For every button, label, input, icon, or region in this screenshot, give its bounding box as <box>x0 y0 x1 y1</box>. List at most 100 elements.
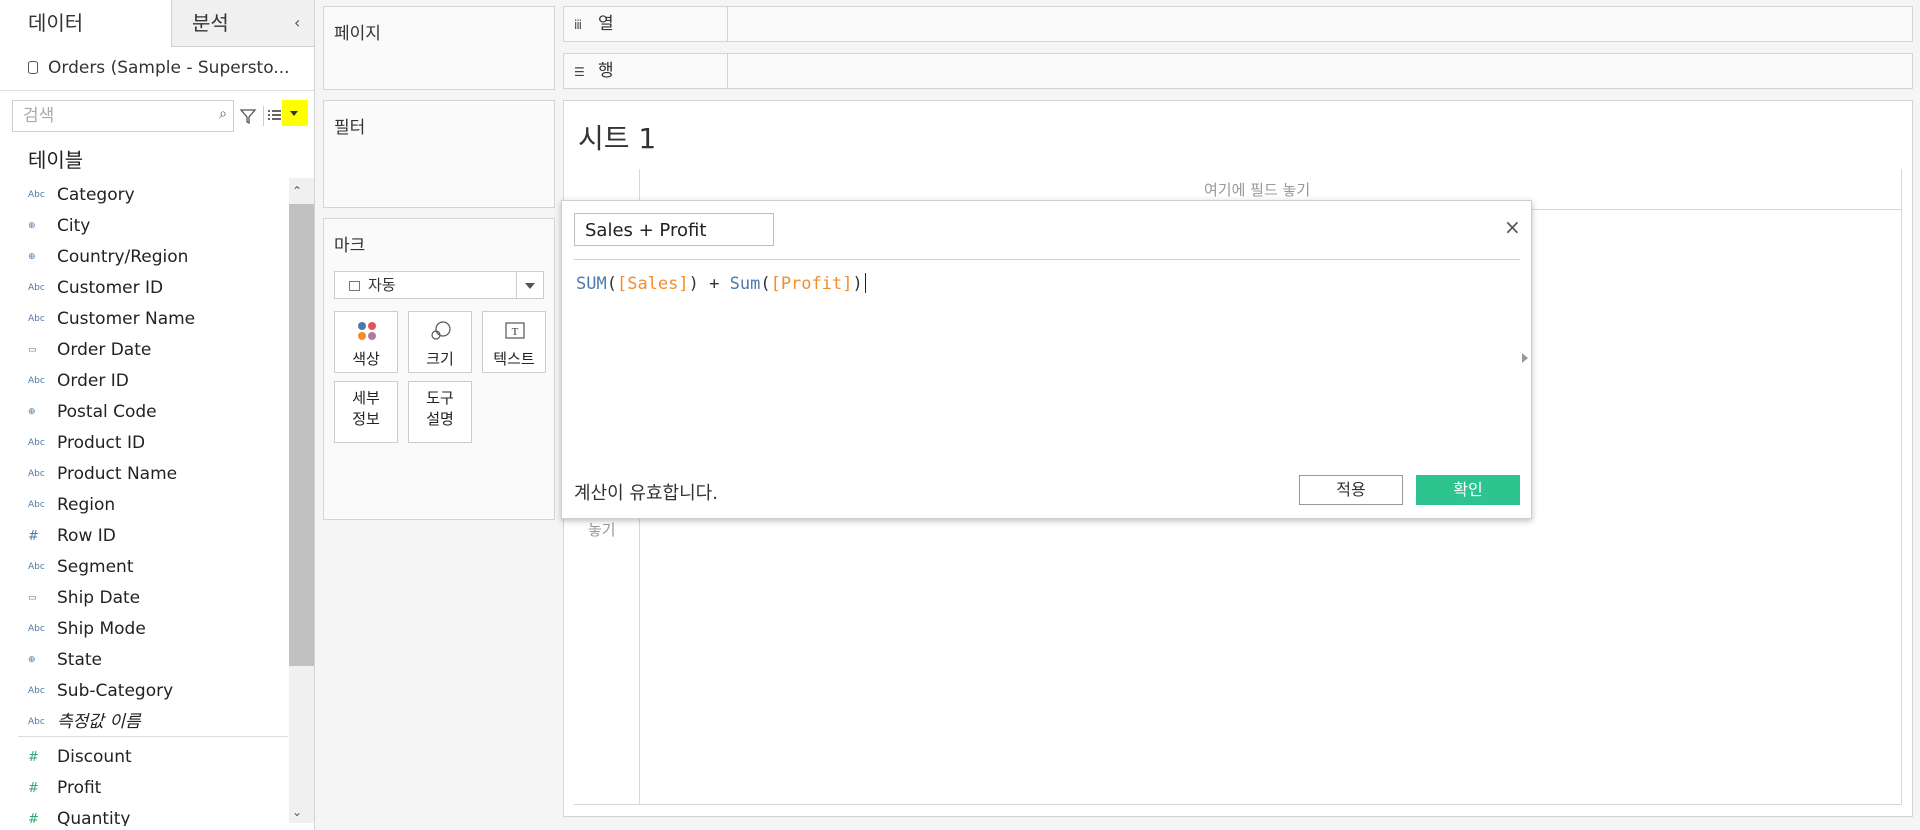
field-item[interactable]: ▭ Ship Date <box>0 583 288 614</box>
search-icon[interactable]: ⌕ <box>219 106 227 122</box>
string-type-icon: Abc <box>28 717 45 727</box>
color-icon <box>358 322 376 340</box>
filters-card[interactable]: 필터 <box>323 100 555 208</box>
number-type-icon: # <box>28 812 39 826</box>
database-icon <box>28 61 38 74</box>
field-item[interactable]: ⊕ State <box>0 645 288 676</box>
apply-button[interactable]: 적용 <box>1299 475 1403 505</box>
field-item[interactable]: Abc Category <box>0 180 288 211</box>
text-icon: T <box>505 322 525 339</box>
ok-button[interactable]: 확인 <box>1416 475 1520 505</box>
columns-shelf-label: iii 열 <box>564 7 728 41</box>
drop-field-here-columns[interactable]: 여기에 필드 놓기 <box>1204 179 1310 200</box>
mark-type-dropdown[interactable]: 자동 <box>334 271 544 299</box>
field-item[interactable]: Abc Ship Mode <box>0 614 288 645</box>
detail-mark-button[interactable]: 세부 정보 <box>334 381 398 443</box>
field-item[interactable]: # Row ID <box>0 521 288 552</box>
grid-line <box>574 804 1902 805</box>
field-item[interactable]: Abc Customer ID <box>0 273 288 304</box>
text-mark-button[interactable]: T 텍스트 <box>482 311 546 373</box>
collapse-pane-icon[interactable]: ‹ <box>294 0 300 46</box>
string-type-icon: Abc <box>28 283 45 293</box>
columns-icon: iii <box>574 18 582 32</box>
field-item[interactable]: # Profit <box>0 773 288 804</box>
tooltip-mark-button[interactable]: 도구 설명 <box>408 381 472 443</box>
expand-panel-icon[interactable] <box>1522 353 1528 363</box>
field-name: Discount <box>57 747 132 767</box>
view-list-icon[interactable] <box>268 108 282 122</box>
geo-type-icon: ⊕ <box>28 655 36 665</box>
view-options-dropdown[interactable] <box>282 100 308 126</box>
field-item[interactable]: Abc Customer Name <box>0 304 288 335</box>
field-item[interactable]: Abc 측정값 이름 <box>0 707 288 738</box>
measures-divider <box>18 736 288 737</box>
size-mark-button[interactable]: 크기 <box>408 311 472 373</box>
color-label: 색상 <box>352 350 380 368</box>
close-icon[interactable]: × <box>1504 215 1521 239</box>
size-icon <box>431 321 451 340</box>
tab-data[interactable]: 데이터 <box>0 0 172 47</box>
field-item[interactable]: ⊕ Postal Code <box>0 397 288 428</box>
formula-operator: + <box>709 274 720 294</box>
formula-function: Sum <box>729 274 761 294</box>
pages-card[interactable]: 페이지 <box>323 6 555 90</box>
dialog-divider <box>574 259 1520 260</box>
calculation-name-input[interactable] <box>583 214 772 246</box>
field-item[interactable]: ⊕ Country/Region <box>0 242 288 273</box>
validation-status: 계산이 유효합니다. <box>574 483 718 504</box>
calculation-name-field[interactable] <box>574 213 774 246</box>
filter-icon[interactable] <box>238 104 258 128</box>
datasource-item[interactable]: Orders (Sample - Supersto... <box>28 52 308 84</box>
drop-field-here-rows[interactable]: 놓기 <box>588 519 616 540</box>
columns-shelf[interactable]: iii 열 <box>563 6 1913 42</box>
pages-card-title: 페이지 <box>334 24 381 44</box>
field-name: Product Name <box>57 464 178 484</box>
rows-shelf-label: ☰ 행 <box>564 54 728 88</box>
field-item[interactable]: ▭ Order Date <box>0 335 288 366</box>
field-item[interactable]: # Quantity <box>0 804 288 826</box>
field-name: Row ID <box>57 526 116 546</box>
data-pane-tab-bar: 데이터 분석 ‹ <box>0 0 314 47</box>
search-box[interactable]: ⌕ <box>12 100 234 132</box>
field-item[interactable]: Abc Segment <box>0 552 288 583</box>
string-type-icon: Abc <box>28 190 45 200</box>
color-mark-button[interactable]: 색상 <box>334 311 398 373</box>
search-input[interactable] <box>21 101 205 131</box>
scroll-up-icon[interactable]: ⌃ <box>292 184 302 198</box>
tooltip-label: 도구 설명 <box>426 389 454 428</box>
geo-type-icon: ⊕ <box>28 221 36 231</box>
rows-shelf[interactable]: ☰ 행 <box>563 53 1913 89</box>
field-name: 측정값 이름 <box>57 712 141 732</box>
field-name: Country/Region <box>57 247 189 267</box>
field-item[interactable]: Abc Product Name <box>0 459 288 490</box>
field-name: Customer Name <box>57 309 196 329</box>
text-cursor <box>864 273 866 293</box>
date-type-icon: ▭ <box>28 345 37 355</box>
scroll-down-icon[interactable]: ⌄ <box>292 805 302 819</box>
field-name: Segment <box>57 557 134 577</box>
field-name: Ship Date <box>57 588 141 608</box>
field-item[interactable]: # Discount <box>0 742 288 773</box>
mark-type-label: 자동 <box>368 276 396 294</box>
field-name: Region <box>57 495 116 515</box>
formula-editor[interactable]: SUM([Sales]) + Sum([Profit]) <box>576 273 866 294</box>
field-item[interactable]: Abc Sub-Category <box>0 676 288 707</box>
toolbar-divider <box>263 106 264 126</box>
scrollbar-thumb[interactable] <box>289 204 314 666</box>
field-item[interactable]: Abc Order ID <box>0 366 288 397</box>
geo-type-icon: ⊕ <box>28 407 36 417</box>
field-item[interactable]: Abc Region <box>0 490 288 521</box>
formula-field: [Profit] <box>770 274 853 294</box>
chevron-down-icon[interactable] <box>516 272 543 298</box>
calculation-editor-dialog: × SUM([Sales]) + Sum([Profit]) 계산이 유효합니다… <box>561 200 1532 519</box>
field-name: Order Date <box>57 340 152 360</box>
field-name: City <box>57 216 91 236</box>
field-item[interactable]: ⊕ City <box>0 211 288 242</box>
field-name: Category <box>57 185 135 205</box>
field-item[interactable]: Abc Product ID <box>0 428 288 459</box>
divider <box>0 90 314 91</box>
tab-analysis[interactable]: 분석 <box>172 0 282 46</box>
field-name: Ship Mode <box>57 619 146 639</box>
sheet-title[interactable]: 시트 1 <box>578 117 656 157</box>
data-pane: 데이터 분석 ‹ Orders (Sample - Supersto... ⌕ … <box>0 0 315 830</box>
